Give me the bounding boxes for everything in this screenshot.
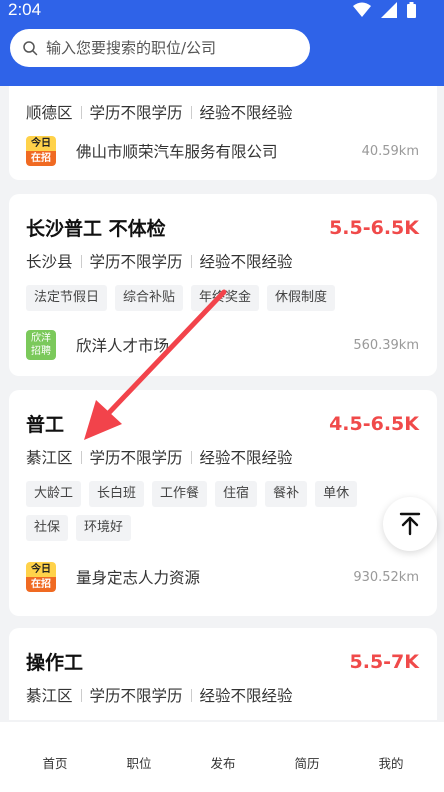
job-meta: 綦江区 学历不限学历 经验不限经验 [26, 684, 293, 706]
meta-divider [190, 254, 192, 268]
company-logo-xinyang-icon: 欣洋 招聘 [26, 330, 56, 360]
job-experience: 经验不限经验 [199, 253, 293, 271]
status-bar: 2:04 [0, 0, 444, 24]
meta-divider [80, 254, 82, 268]
job-education: 学历不限学历 [89, 687, 183, 705]
job-title: 长沙普工 不体检 [26, 218, 166, 240]
tab-home[interactable]: 首页 [20, 722, 90, 792]
job-tag: 住宿 [215, 481, 258, 507]
job-education: 学历不限学历 [89, 253, 183, 271]
meta-divider [190, 105, 192, 119]
job-title-row: 长沙普工 不体检 5.5-6.5K [26, 214, 419, 241]
job-card[interactable]: 长沙普工 不体检 5.5-6.5K 长沙县 学历不限学历 经验不限经验 法定节假… [9, 194, 437, 376]
job-district: 顺德区 [26, 104, 73, 122]
job-tag: 长白班 [89, 481, 145, 507]
job-list[interactable]: 顺德区 学历不限学历 经验不限经验 今日 在招 佛山市顺荣汽车服务有限公司 40… [0, 86, 444, 720]
company-name: 欣洋人才市场 [76, 337, 170, 355]
search-bar[interactable] [10, 29, 310, 67]
job-tags: 法定节假日 综合补贴 年终奖金 休假制度 [26, 285, 427, 311]
meta-divider [190, 450, 192, 464]
arrow-up-to-top-icon [399, 512, 421, 536]
company-name: 佛山市顺荣汽车服务有限公司 [76, 143, 278, 161]
job-title-row: 普工 4.5-6.5K [26, 410, 419, 437]
job-tag: 餐补 [265, 481, 308, 507]
job-district: 长沙县 [26, 253, 73, 271]
wifi-icon [353, 2, 371, 17]
job-card[interactable]: 操作工 5.5-7K 綦江区 学历不限学历 经验不限经验 [9, 628, 437, 720]
job-title-row: 操作工 5.5-7K [26, 648, 419, 675]
company-row[interactable]: 今日 在招 量身定志人力资源 930.52km [26, 562, 419, 592]
job-card[interactable]: 普工 4.5-6.5K 綦江区 学历不限学历 经验不限经验 大龄工 长白班 工作… [9, 390, 437, 616]
meta-divider [80, 450, 82, 464]
job-tag: 工作餐 [152, 481, 208, 507]
job-title: 操作工 [26, 652, 84, 674]
job-education: 学历不限学历 [89, 104, 183, 122]
job-experience: 经验不限经验 [199, 104, 293, 122]
job-tag: 单休 [315, 481, 358, 507]
meta-divider [80, 105, 82, 119]
job-title: 普工 [26, 414, 65, 436]
status-icons [353, 2, 416, 18]
bottom-tab-bar: 首页 职位 发布 简历 我的 [0, 722, 444, 792]
meta-divider [190, 688, 192, 702]
status-time: 2:04 [8, 0, 42, 19]
tab-jobs[interactable]: 职位 [104, 722, 174, 792]
job-tag: 环境好 [76, 515, 132, 541]
search-input[interactable] [46, 39, 296, 57]
header [0, 24, 444, 86]
distance: 40.59km [361, 143, 419, 159]
job-tags: 大龄工 长白班 工作餐 住宿 餐补 单休 社保 环境好 [26, 481, 387, 541]
job-experience: 经验不限经验 [199, 449, 293, 467]
job-meta: 顺德区 学历不限学历 经验不限经验 [26, 101, 293, 123]
cell-signal-icon [381, 2, 397, 18]
job-tag: 年终奖金 [191, 285, 260, 311]
job-card[interactable]: 顺德区 学历不限学历 经验不限经验 今日 在招 佛山市顺荣汽车服务有限公司 40… [9, 86, 437, 180]
tab-me[interactable]: 我的 [356, 722, 426, 792]
company-row[interactable]: 今日 在招 佛山市顺荣汽车服务有限公司 40.59km [26, 136, 419, 166]
job-salary: 4.5-6.5K [329, 412, 419, 435]
job-district: 綦江区 [26, 449, 73, 467]
search-icon [23, 41, 38, 56]
job-salary: 5.5-6.5K [329, 216, 419, 239]
job-tag: 休假制度 [267, 285, 336, 311]
job-tag: 法定节假日 [26, 285, 108, 311]
job-tag: 社保 [26, 515, 69, 541]
job-district: 綦江区 [26, 687, 73, 705]
company-name: 量身定志人力资源 [76, 569, 201, 587]
distance: 930.52km [353, 569, 419, 585]
job-tag: 综合补贴 [115, 285, 184, 311]
distance: 560.39km [353, 337, 419, 353]
tab-resume[interactable]: 简历 [272, 722, 342, 792]
job-meta: 长沙县 学历不限学历 经验不限经验 [26, 250, 293, 272]
meta-divider [80, 688, 82, 702]
battery-icon [407, 2, 416, 18]
job-experience: 经验不限经验 [199, 687, 293, 705]
back-to-top-button[interactable] [383, 497, 437, 551]
tab-publish[interactable]: 发布 [188, 722, 258, 792]
company-logo-jinri-icon: 今日 在招 [26, 136, 56, 166]
company-row[interactable]: 欣洋 招聘 欣洋人才市场 560.39km [26, 330, 419, 360]
job-education: 学历不限学历 [89, 449, 183, 467]
job-salary: 5.5-7K [349, 650, 420, 673]
job-meta: 綦江区 学历不限学历 经验不限经验 [26, 446, 293, 468]
job-tag: 大龄工 [26, 481, 82, 507]
company-logo-jinri-icon: 今日 在招 [26, 562, 56, 592]
